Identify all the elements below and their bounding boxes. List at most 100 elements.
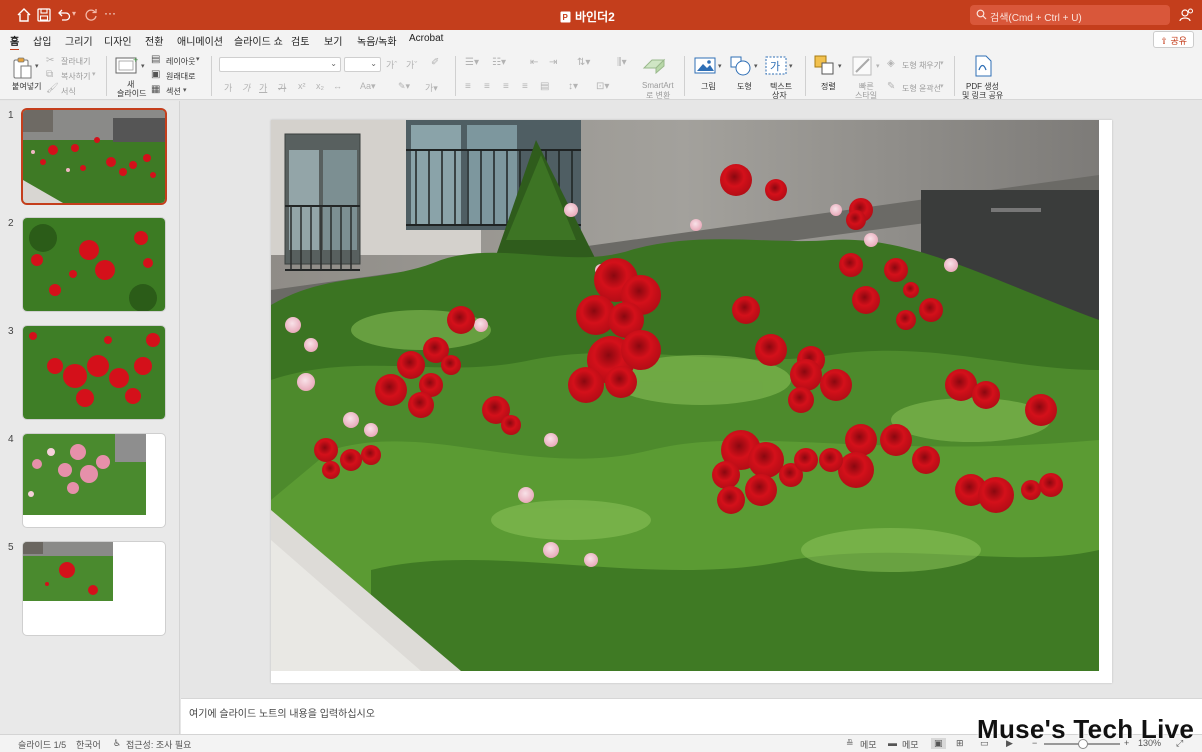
- format-painter-label[interactable]: 서식: [61, 86, 76, 97]
- format-painter-icon[interactable]: 🖌: [46, 83, 59, 94]
- line-spacing-icon[interactable]: ↕▾: [568, 81, 578, 92]
- bullets-icon[interactable]: ☰▾: [465, 57, 479, 68]
- tab-review[interactable]: 검토: [291, 33, 309, 48]
- shape-dropdown-icon[interactable]: ▾: [754, 62, 758, 70]
- layout-label[interactable]: 레이아웃: [166, 56, 195, 67]
- save-icon[interactable]: [36, 7, 52, 23]
- search-box[interactable]: 검색(Cmd + Ctrl + U): [970, 5, 1170, 25]
- comments-icon[interactable]: ▬: [888, 738, 897, 748]
- shape-fill-label[interactable]: 도형 채우기: [902, 60, 941, 71]
- align-left-icon[interactable]: ≡: [465, 81, 471, 92]
- font-color-icon[interactable]: 가▾: [425, 81, 438, 94]
- quick-styles-label-2[interactable]: 스타일: [855, 90, 877, 101]
- italic-icon[interactable]: 가: [242, 81, 250, 94]
- tab-home[interactable]: 홈: [10, 33, 20, 51]
- slide-thumbnail-panel[interactable]: 1 2 3 4 5: [0, 101, 180, 734]
- tab-acrobat[interactable]: Acrobat: [409, 33, 443, 44]
- undo-icon[interactable]: [56, 7, 72, 23]
- shape-fill-dropdown-icon[interactable]: ▾: [940, 59, 944, 67]
- arrange-icon[interactable]: [814, 55, 836, 77]
- new-slide-label-2[interactable]: 슬라이드: [117, 88, 146, 99]
- notes-toggle[interactable]: 메모: [860, 738, 877, 751]
- shape-label[interactable]: 도형: [737, 81, 752, 92]
- tab-design[interactable]: 디자인: [104, 33, 132, 48]
- section-icon[interactable]: ▦: [151, 84, 160, 95]
- reset-icon[interactable]: ▣: [151, 69, 160, 80]
- comments-toggle[interactable]: 메모: [902, 738, 919, 751]
- share-button[interactable]: ⇪ 공유: [1153, 31, 1194, 48]
- textbox-icon[interactable]: 가: [765, 56, 787, 75]
- shape-icon[interactable]: [730, 56, 752, 76]
- shape-outline-icon[interactable]: ✎: [887, 81, 895, 92]
- increase-indent-icon[interactable]: ⇥: [549, 57, 557, 68]
- picture-icon[interactable]: [694, 57, 716, 74]
- section-dropdown-icon[interactable]: ▾: [183, 86, 187, 94]
- create-pdf-label-2[interactable]: 및 링크 공유: [962, 90, 1003, 101]
- decrease-font-icon[interactable]: 가ˇ: [406, 58, 417, 71]
- tab-animations[interactable]: 애니메이션: [177, 33, 223, 48]
- align-center-icon[interactable]: ≡: [484, 81, 490, 92]
- increase-font-icon[interactable]: 가ˆ: [386, 58, 397, 71]
- textbox-label-2[interactable]: 상자: [772, 90, 787, 101]
- slide-thumbnail-4[interactable]: [23, 434, 165, 527]
- layout-icon[interactable]: ▤: [151, 54, 160, 65]
- paste-dropdown-icon[interactable]: ▾: [35, 62, 39, 70]
- picture-dropdown-icon[interactable]: ▾: [718, 62, 722, 70]
- accessibility-status[interactable]: 접근성: 조사 필요: [126, 738, 191, 751]
- smartart-icon[interactable]: [642, 56, 666, 74]
- char-spacing-icon[interactable]: ↔: [333, 81, 342, 91]
- current-slide[interactable]: [271, 120, 1112, 683]
- accessibility-icon[interactable]: ♿: [113, 738, 121, 749]
- justify-icon[interactable]: ≡: [522, 81, 528, 92]
- shape-outline-dropdown-icon[interactable]: ▾: [940, 82, 944, 90]
- tab-draw[interactable]: 그리기: [65, 33, 93, 48]
- shape-outline-label[interactable]: 도형 윤곽선: [902, 83, 941, 94]
- copy-dropdown-icon[interactable]: ▾: [92, 70, 96, 78]
- distributed-icon[interactable]: ▤: [540, 81, 549, 92]
- tab-record[interactable]: 녹음/녹화: [357, 33, 397, 48]
- language-indicator[interactable]: 한국어: [76, 738, 101, 751]
- more-icon[interactable]: ···: [104, 6, 120, 22]
- layout-dropdown-icon[interactable]: ▾: [196, 55, 200, 63]
- cut-label[interactable]: 잘라내기: [61, 56, 90, 67]
- arrange-dropdown-icon[interactable]: ▾: [838, 62, 842, 70]
- quick-styles-icon[interactable]: [852, 55, 874, 77]
- font-size-select[interactable]: ⌄: [344, 57, 381, 72]
- slide-thumbnail-5[interactable]: [23, 542, 165, 635]
- subscript-icon[interactable]: x₂: [316, 81, 324, 91]
- create-pdf-icon[interactable]: [973, 55, 993, 77]
- highlight-icon[interactable]: ✎▾: [398, 81, 410, 92]
- notes-icon[interactable]: ≞: [846, 738, 854, 749]
- shape-fill-icon[interactable]: ◈: [887, 58, 895, 69]
- bold-icon[interactable]: 가: [224, 81, 232, 94]
- change-case-icon[interactable]: Aa▾: [360, 81, 376, 92]
- tab-transitions[interactable]: 전환: [145, 33, 163, 48]
- tab-slideshow[interactable]: 슬라이드 쇼: [234, 33, 283, 48]
- cut-icon[interactable]: ✂: [46, 55, 54, 66]
- slide-thumbnail-3[interactable]: [23, 326, 165, 419]
- rose-garden-photo[interactable]: [271, 120, 1099, 671]
- columns-icon[interactable]: ⫼▾: [617, 57, 627, 68]
- decrease-indent-icon[interactable]: ⇤: [530, 57, 538, 68]
- normal-view-icon[interactable]: ▣: [931, 738, 946, 749]
- slide-editor[interactable]: [181, 101, 1202, 697]
- textbox-dropdown-icon[interactable]: ▾: [789, 62, 793, 70]
- arrange-label[interactable]: 정렬: [821, 81, 836, 92]
- tab-view[interactable]: 보기: [324, 33, 342, 48]
- smartart-label-2[interactable]: 로 변환: [646, 90, 670, 101]
- align-right-icon[interactable]: ≡: [503, 81, 509, 92]
- copy-label[interactable]: 복사하기: [61, 71, 90, 82]
- superscript-icon[interactable]: x²: [298, 81, 306, 91]
- slide-thumbnail-1[interactable]: [23, 110, 165, 203]
- tab-insert[interactable]: 삽입: [33, 33, 51, 48]
- quick-styles-dropdown-icon[interactable]: ▾: [876, 62, 880, 70]
- slide-sorter-icon[interactable]: ⊞: [956, 738, 964, 749]
- text-direction-icon[interactable]: ⇅▾: [577, 57, 590, 68]
- picture-label[interactable]: 그림: [701, 81, 716, 92]
- section-label[interactable]: 섹션: [166, 86, 181, 97]
- new-slide-icon[interactable]: +: [115, 55, 141, 75]
- align-text-icon[interactable]: ⊡▾: [596, 81, 609, 92]
- home-icon[interactable]: [16, 7, 32, 23]
- numbering-icon[interactable]: ☷▾: [492, 57, 506, 68]
- strikethrough-icon[interactable]: 가: [278, 81, 286, 94]
